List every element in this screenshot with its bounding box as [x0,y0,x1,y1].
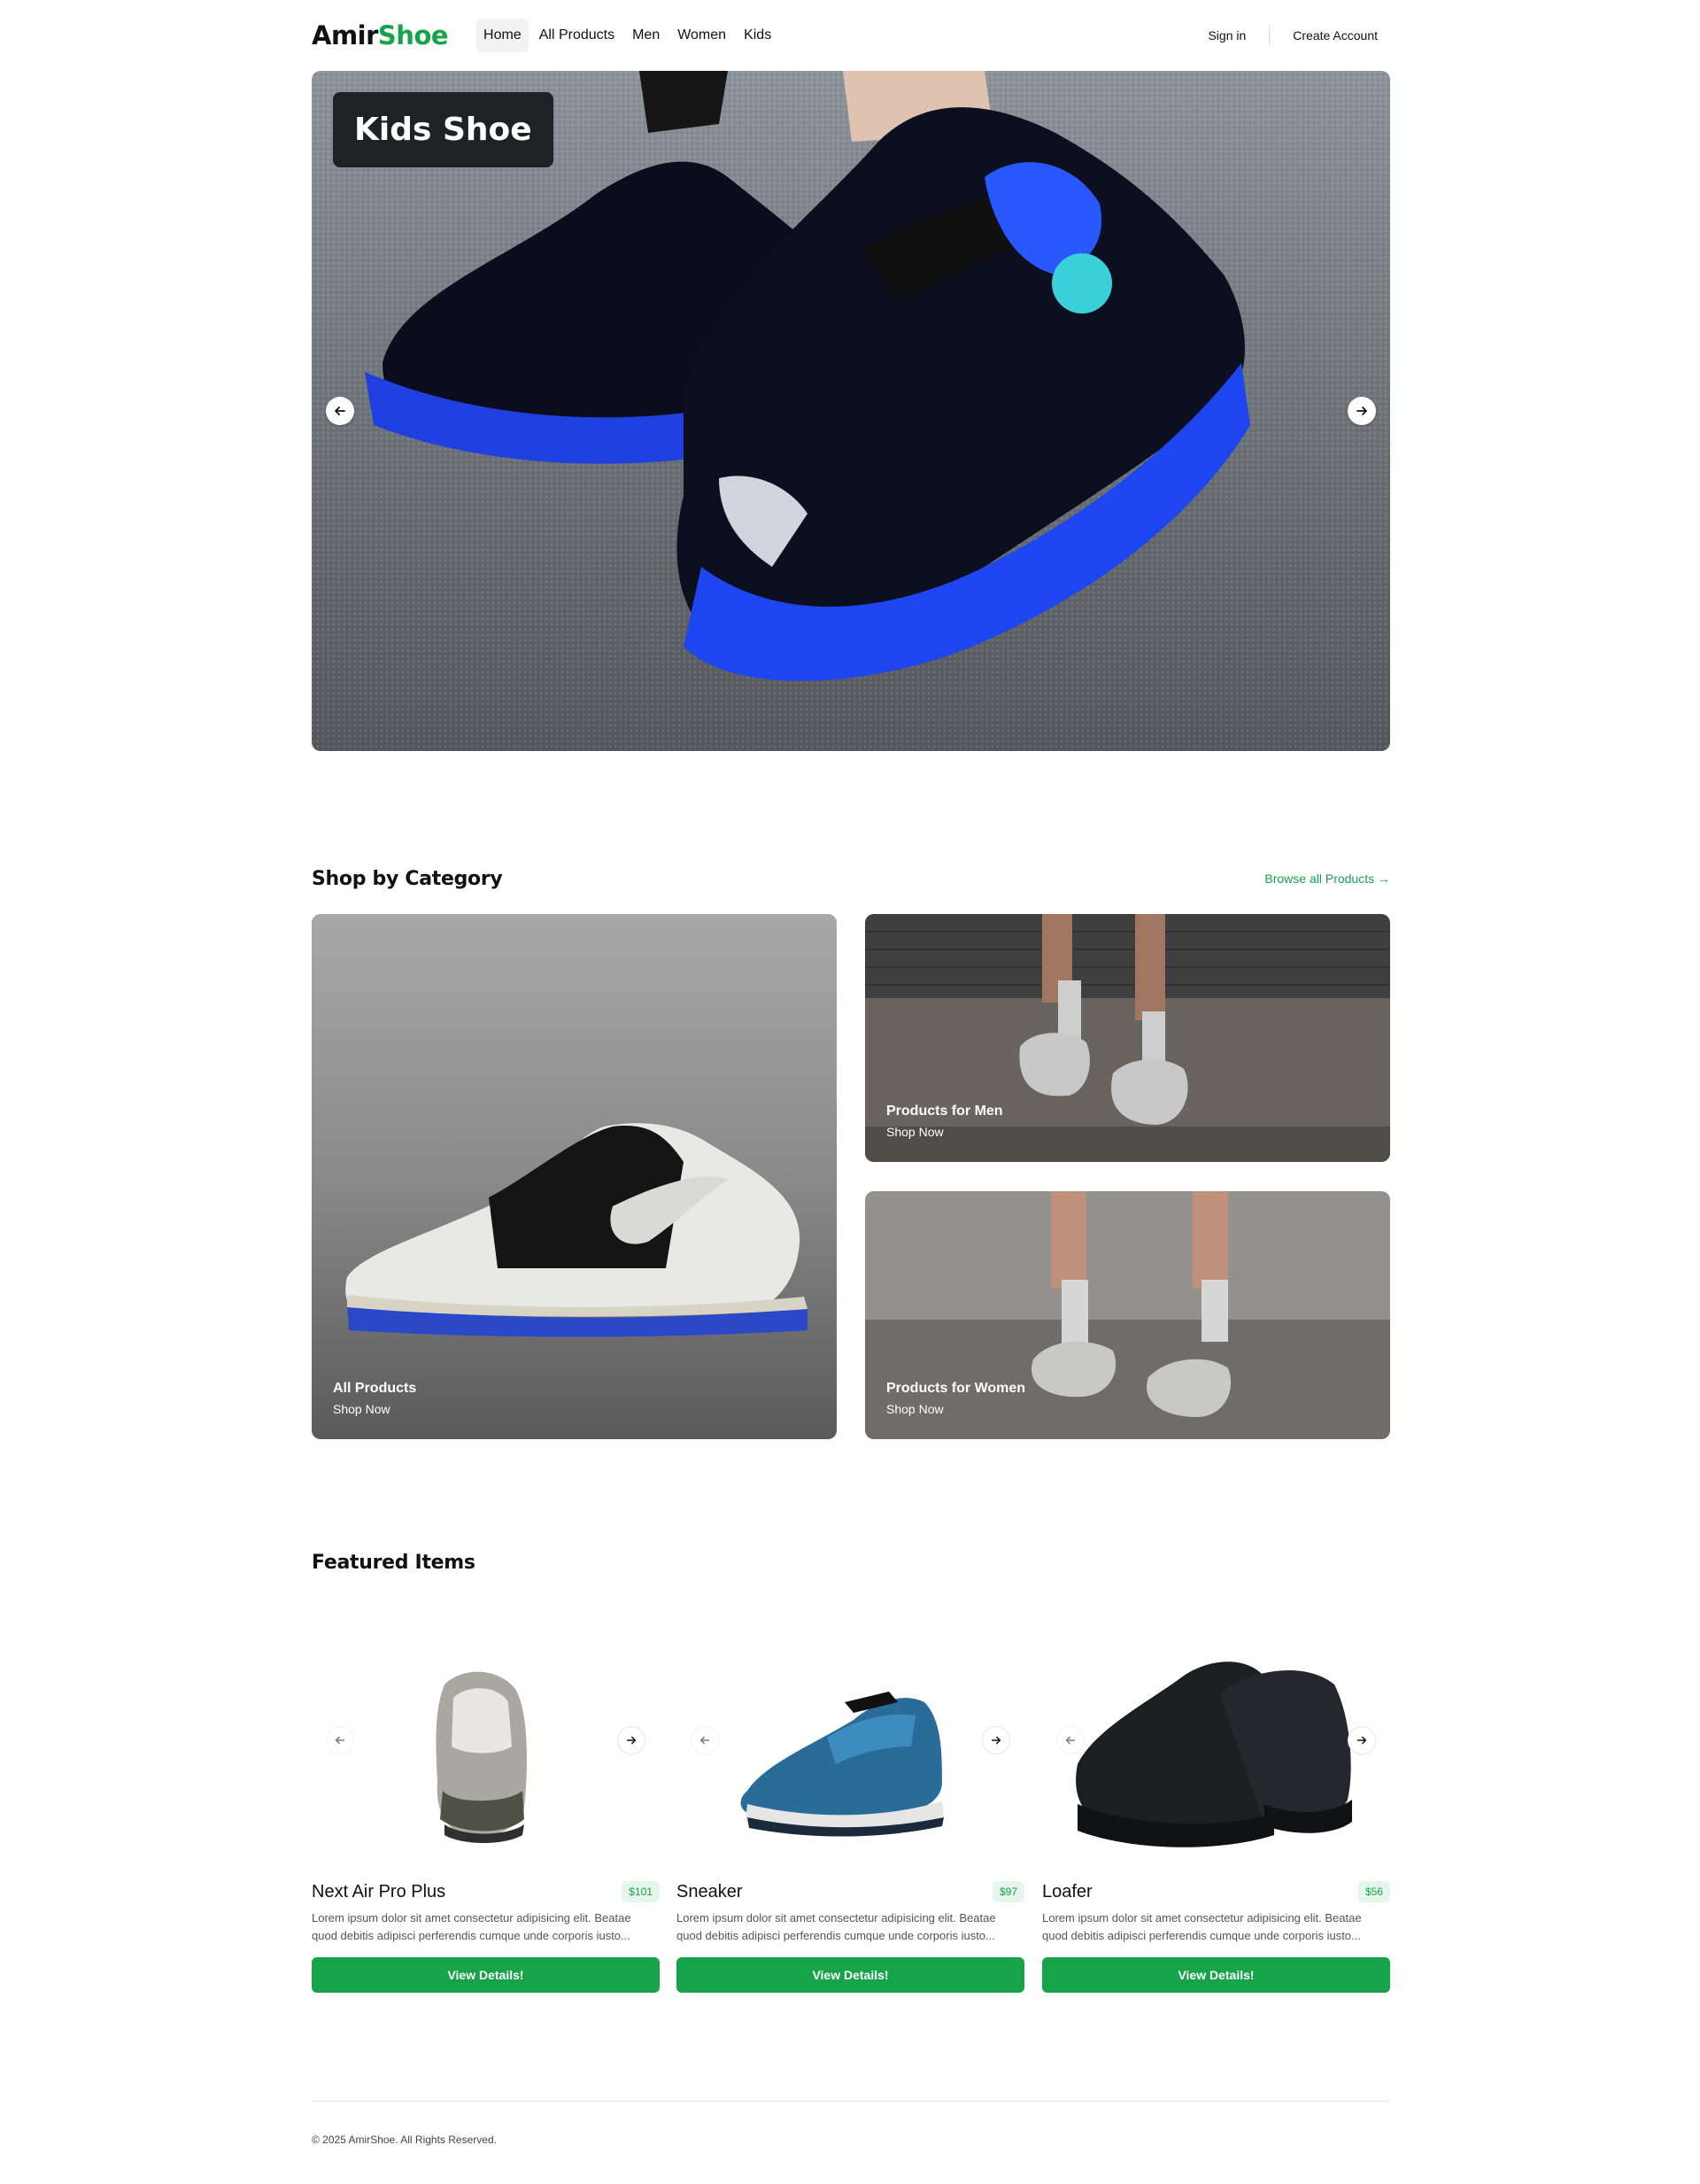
product-image-carousel [312,1614,660,1870]
category-section-title: Shop by Category [312,867,503,890]
product-prev-button[interactable] [326,1726,354,1754]
price-badge: $56 [1357,1881,1390,1902]
product-image-carousel [1042,1614,1390,1870]
browse-all-link[interactable]: Browse all Products → [1264,871,1390,886]
hero-prev-button[interactable] [326,397,354,425]
nav-divider [1269,26,1271,45]
product-prev-button[interactable] [1056,1726,1085,1754]
category-card-men[interactable]: Products for Men Shop Now [865,914,1390,1162]
product-name[interactable]: Next Air Pro Plus [312,1882,445,1902]
product-image-carousel [676,1614,1024,1870]
nav-item-kids[interactable]: Kids [737,19,778,52]
arrow-left-icon [335,1736,345,1745]
arrow-left-icon [699,1736,710,1745]
arrow-right-icon [991,1736,1001,1745]
category-header: Shop by Category Browse all Products → [312,864,1390,893]
product-image [436,1671,527,1843]
hero-banner: Kids Shoe [312,71,1390,751]
nav-item-women[interactable]: Women [670,19,733,52]
arrow-left-icon [1065,1736,1076,1745]
product-title-row: Next Air Pro Plus $101 [312,1879,660,1904]
product-name[interactable]: Loafer [1042,1882,1093,1902]
site-footer: © 2025 AmirShoe. All Rights Reserved. [312,2101,1390,2172]
product-prev-button[interactable] [691,1726,719,1754]
product-info: Loafer $56 Lorem ipsum dolor sit amet co… [1042,1879,1390,1993]
arrow-right-icon [1356,407,1367,415]
product-description: Lorem ipsum dolor sit amet consectetur a… [1042,1911,1362,1942]
arrow-right-icon [1356,1736,1367,1745]
product-next-button[interactable] [982,1726,1010,1754]
product-next-button[interactable] [617,1726,645,1754]
view-details-button[interactable]: View Details! [312,1957,660,1993]
main-nav: Home All Products Men Women Kids [476,19,778,52]
nav-item-all-products[interactable]: All Products [532,19,622,52]
arrow-left-icon [335,407,345,415]
nav-item-men[interactable]: Men [625,19,667,52]
hero-title: Kids Shoe [333,92,553,167]
product-title-row: Sneaker $97 [676,1879,1024,1904]
brand-logo[interactable]: AmirShoe [312,20,449,50]
category-card-women[interactable]: Products for Women Shop Now [865,1191,1390,1439]
sign-in-link[interactable]: Sign in [1195,21,1258,50]
category-title: Products for Men [886,1104,1003,1119]
product-description: Lorem ipsum dolor sit amet consectetur a… [676,1911,996,1942]
price-badge: $97 [992,1881,1024,1902]
nav-item-home[interactable]: Home [476,19,529,52]
product-name[interactable]: Sneaker [676,1882,743,1902]
brand-part2: Shoe [377,20,449,50]
create-account-link[interactable]: Create Account [1280,21,1390,50]
site-header: AmirShoe Home All Products Men Women Kid… [312,0,1390,71]
featured-header: Featured Items [312,1552,1390,1580]
product-info: Sneaker $97 Lorem ipsum dolor sit amet c… [676,1879,1024,1993]
category-title: Products for Women [886,1381,1026,1396]
header-right: Sign in Create Account [1195,21,1390,50]
view-details-button[interactable]: View Details! [676,1957,1024,1993]
hero-image [312,71,1390,751]
hero-next-button[interactable] [1348,397,1376,425]
copyright-text: © 2025 AmirShoe. All Rights Reserved. [312,2134,497,2146]
category-label: All Products Shop Now [333,1381,416,1416]
view-details-button[interactable]: View Details! [1042,1957,1390,1993]
brand-part1: Amir [312,20,378,50]
shop-now-link[interactable]: Shop Now [333,1402,416,1416]
product-next-button[interactable] [1348,1726,1376,1754]
all-products-image [312,914,837,1439]
product-description: Lorem ipsum dolor sit amet consectetur a… [312,1911,631,1942]
product-title-row: Loafer $56 [1042,1879,1390,1904]
category-card-all-products[interactable]: All Products Shop Now [312,914,837,1439]
header-left: AmirShoe Home All Products Men Women Kid… [312,19,778,52]
shop-now-link[interactable]: Shop Now [886,1125,1003,1139]
category-title: All Products [333,1381,417,1396]
arrow-right-icon [626,1736,637,1745]
product-image [740,1692,944,1837]
category-label: Products for Men Shop Now [886,1104,1003,1139]
featured-section-title: Featured Items [312,1552,475,1574]
product-image [1076,1661,1352,1847]
category-label: Products for Women Shop Now [886,1381,1025,1416]
product-info: Next Air Pro Plus $101 Lorem ipsum dolor… [312,1879,660,1993]
shop-now-link[interactable]: Shop Now [886,1402,1025,1416]
price-badge: $101 [622,1881,660,1902]
